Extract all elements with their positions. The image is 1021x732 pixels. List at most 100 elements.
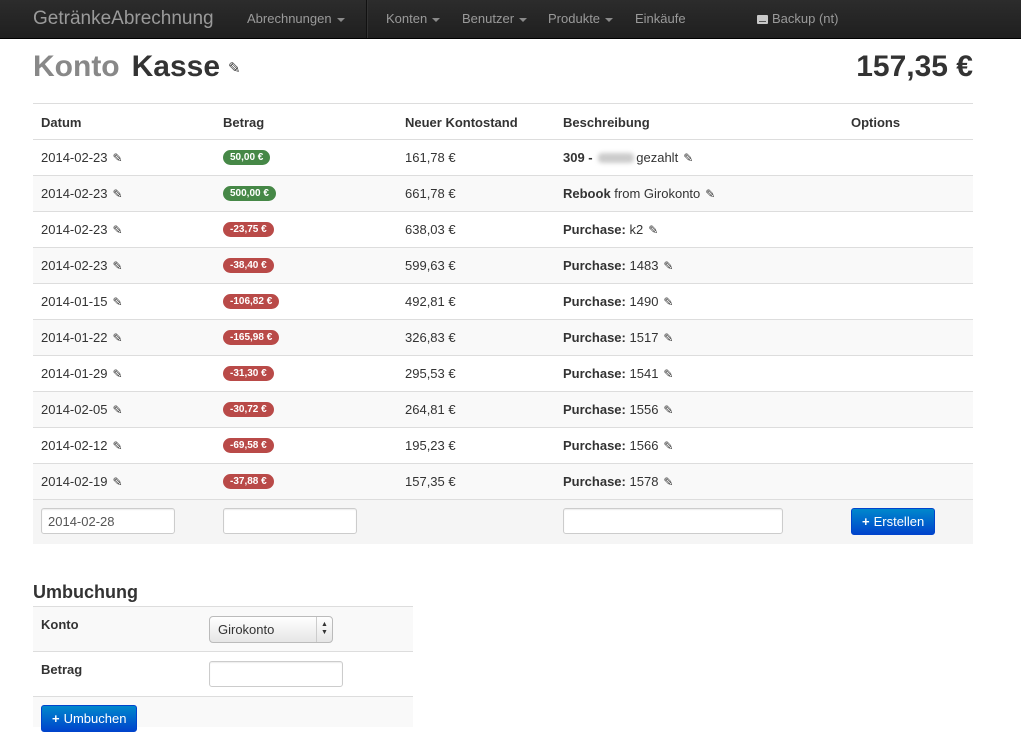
amount-badge: -106,82 € (223, 294, 280, 309)
pencil-icon[interactable]: ✎ (663, 259, 673, 273)
create-button-label: Erstellen (873, 514, 925, 529)
page-title: Konto Kasse ✎ (33, 50, 241, 84)
new-description-input[interactable] (563, 508, 783, 534)
description-cell: Purchase: 1517 ✎ (563, 330, 673, 345)
new-balance-cell: 599,63 € (405, 258, 456, 273)
pencil-icon[interactable]: ✎ (663, 403, 673, 417)
date-cell: 2014-02-12 ✎ (41, 438, 123, 453)
date-value: 2014-02-23 (41, 186, 108, 201)
nav-produkte-dropdown[interactable]: Produkte (548, 11, 614, 26)
umbuchung-amount-input[interactable] (209, 661, 343, 687)
table-row: 2014-02-23 ✎ 500,00 € 661,78 € Rebook from G… (33, 176, 973, 212)
description-text: from Girokonto (614, 186, 701, 201)
amount-badge: -165,98 € (223, 330, 280, 345)
amount-badge: -38,40 € (223, 258, 274, 273)
description-type: Rebook (563, 186, 611, 201)
description-type: Purchase: (563, 366, 626, 381)
date-cell: 2014-02-23 ✎ (41, 222, 123, 237)
brand-link[interactable]: GetränkeAbrechnung (33, 8, 214, 30)
pencil-icon[interactable]: ✎ (663, 475, 673, 489)
pencil-icon[interactable]: ✎ (663, 331, 673, 345)
nav-benutzer-dropdown[interactable]: Benutzer (462, 11, 528, 26)
nav-konten-dropdown[interactable]: Konten (386, 11, 441, 26)
description-type: Purchase: (563, 258, 626, 273)
description-type: Purchase: (563, 438, 626, 453)
new-date-input[interactable] (41, 508, 175, 534)
nav-benutzer-label: Benutzer (462, 11, 515, 26)
new-balance-cell: 157,35 € (405, 474, 456, 489)
account-name: Kasse (131, 50, 221, 83)
date-value: 2014-02-12 (41, 438, 108, 453)
amount-badge: -30,72 € (223, 402, 274, 417)
pencil-icon[interactable]: ✎ (113, 475, 123, 489)
pencil-icon[interactable]: ✎ (113, 223, 123, 237)
select-arrows-icon: ▲ ▼ (316, 617, 332, 642)
umbuchung-betrag-row: Betrag (33, 652, 413, 697)
nav-backup-link[interactable]: Backup (nt) (757, 11, 838, 26)
konto-select[interactable]: Girokonto ▲ ▼ (209, 616, 333, 643)
nav-einkaeufe-link[interactable]: Einkäufe (635, 11, 686, 26)
amount-badge: 500,00 € (223, 186, 276, 201)
table-row: 2014-02-19 ✎ -37,88 € 157,35 € Purchase: 157… (33, 464, 973, 500)
pencil-icon[interactable]: ✎ (113, 187, 123, 201)
umbuchen-button[interactable]: + Umbuchen (41, 705, 138, 732)
nav-konten-label: Konten (386, 11, 428, 26)
pencil-icon[interactable]: ✎ (113, 439, 123, 453)
column-header-options: Options (851, 115, 901, 130)
plus-icon: + (52, 711, 60, 726)
navbar: GetränkeAbrechnung Abrechnungen Konten B… (0, 0, 1021, 39)
new-balance-cell: 661,78 € (405, 186, 456, 201)
new-balance-cell: 195,23 € (405, 438, 456, 453)
pencil-icon[interactable]: ✎ (683, 151, 693, 165)
table-row: 2014-02-23 ✎ -38,40 € 599,63 € Purchase: 148… (33, 248, 973, 284)
description-type: 309 - (563, 150, 593, 165)
pencil-icon[interactable]: ✎ (113, 331, 123, 345)
nav-abrechnungen-dropdown[interactable]: Abrechnungen (247, 11, 345, 26)
description-cell: Purchase: 1556 ✎ (563, 402, 673, 417)
pencil-icon[interactable]: ✎ (113, 367, 123, 381)
description-cell: Rebook from Girokonto ✎ (563, 186, 715, 201)
konto-label: Konto (41, 617, 79, 632)
date-value: 2014-02-23 (41, 258, 108, 273)
description-text: gezahlt (636, 150, 679, 165)
date-cell: 2014-02-23 ✎ (41, 258, 123, 273)
description-text: 1517 (629, 330, 659, 345)
new-balance-cell: 638,03 € (405, 222, 456, 237)
pencil-icon[interactable]: ✎ (113, 151, 123, 165)
date-cell: 2014-02-23 ✎ (41, 186, 123, 201)
description-cell: Purchase: 1578 ✎ (563, 474, 673, 489)
description-type: Purchase: (563, 474, 626, 489)
date-value: 2014-01-22 (41, 330, 108, 345)
pencil-icon[interactable]: ✎ (663, 295, 673, 309)
betrag-label: Betrag (41, 662, 83, 677)
table-row: 2014-02-05 ✎ -30,72 € 264,81 € Purchase: 155… (33, 392, 973, 428)
pencil-icon[interactable]: ✎ (113, 259, 123, 273)
pencil-icon[interactable]: ✎ (648, 223, 658, 237)
date-cell: 2014-01-15 ✎ (41, 294, 123, 309)
create-button[interactable]: + Erstellen (851, 508, 936, 535)
pencil-icon[interactable]: ✎ (663, 439, 673, 453)
description-text: 1578 (629, 474, 659, 489)
caret-down-icon (336, 17, 345, 22)
date-value: 2014-02-23 (41, 150, 108, 165)
description-type: Purchase: (563, 294, 626, 309)
amount-badge: -31,30 € (223, 366, 274, 381)
column-header-kontostand: Neuer Kontostand (405, 115, 518, 130)
description-text: k2 (629, 222, 644, 237)
pencil-icon[interactable]: ✎ (663, 367, 673, 381)
pencil-icon[interactable]: ✎ (228, 60, 241, 77)
description-type: Purchase: (563, 402, 626, 417)
new-balance-cell: 264,81 € (405, 402, 456, 417)
new-amount-input[interactable] (223, 508, 357, 534)
pencil-icon[interactable]: ✎ (705, 187, 715, 201)
account-balance: 157,35 € (856, 50, 973, 83)
umbuchung-submit-row: + Umbuchen (33, 697, 413, 732)
description-cell: Purchase: k2 ✎ (563, 222, 658, 237)
table-row: 2014-01-22 ✎ -165,98 € 326,83 € Purchase: 15… (33, 320, 973, 356)
umbuchen-button-label: Umbuchen (63, 711, 127, 726)
table-row: 2014-01-15 ✎ -106,82 € 492,81 € Purchase: 14… (33, 284, 973, 320)
amount-badge: 50,00 € (223, 150, 271, 165)
table-row: 2014-01-29 ✎ -31,30 € 295,53 € Purchase: 154… (33, 356, 973, 392)
pencil-icon[interactable]: ✎ (113, 295, 123, 309)
pencil-icon[interactable]: ✎ (113, 403, 123, 417)
